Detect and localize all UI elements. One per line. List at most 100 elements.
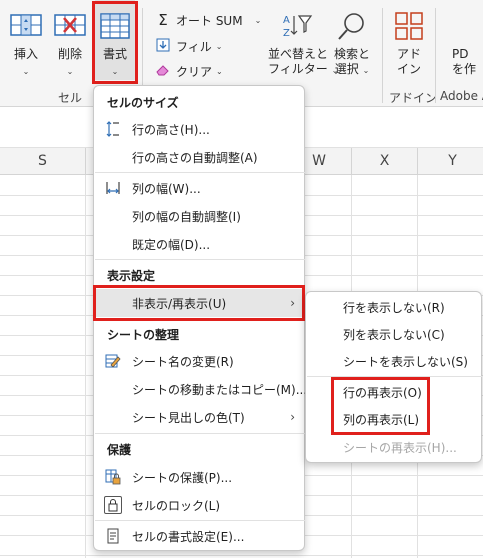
fill-label: フィル: [176, 39, 212, 54]
chevron-down-icon: ⌄: [111, 67, 119, 76]
chevron-right-icon: ›: [290, 410, 295, 424]
column-header-s[interactable]: S: [0, 148, 86, 175]
menu-item-label: シートの移動またはコピー(M)...: [132, 382, 308, 397]
column-header-x[interactable]: X: [352, 148, 418, 175]
menu-item-hide-unhide[interactable]: 非表示/再表示(U) ›: [94, 289, 304, 317]
menu-separator: [95, 172, 305, 173]
sort-filter-label-1: 並べ替えと: [268, 47, 329, 61]
lock-icon: [104, 496, 122, 514]
addins-label-2: イン: [396, 62, 421, 76]
format-cells-icon: [100, 12, 130, 43]
format-cells-dialog-icon: [104, 527, 122, 545]
adobe-pdf-button[interactable]: PD を作: [452, 0, 483, 80]
insert-label: 挿入: [13, 47, 38, 61]
submenu-item-label: 行の再表示(O): [343, 385, 422, 400]
addins-button[interactable]: アド イン: [388, 0, 430, 80]
submenu-item-unhide-sheet[interactable]: シートの再表示(H)...: [306, 434, 481, 460]
menu-item-label: 既定の幅(D)...: [132, 237, 211, 252]
menu-item-autofit-column-width[interactable]: 列の幅の自動調整(I): [94, 203, 304, 229]
format-dropdown-menu: セルのサイズ 行の高さ(H)... 行の高さの自動調整(A) 列の幅(W)...…: [93, 85, 308, 551]
delete-cells-icon: [54, 12, 86, 41]
menu-item-autofit-row-height[interactable]: 行の高さの自動調整(A): [94, 144, 304, 170]
column-width-icon: [104, 179, 122, 197]
sort-filter-icon: A Z: [281, 12, 313, 43]
submenu-item-unhide-columns[interactable]: 列の再表示(L): [306, 406, 481, 432]
submenu-item-hide-rows[interactable]: 行を表示しない(R): [306, 294, 481, 320]
menu-item-label: シート名の変更(R): [132, 354, 234, 369]
addins-label-1: アド: [396, 47, 421, 61]
submenu-item-label: 列の再表示(L): [343, 412, 420, 427]
submenu-item-hide-columns[interactable]: 列を表示しない(C): [306, 321, 481, 347]
chevron-down-icon: ⌄: [22, 67, 30, 76]
group-label-addins: アドイン: [389, 91, 438, 105]
find-select-label-2: 選択 ⌄: [334, 62, 370, 76]
submenu-item-label: シートの再表示(H)...: [343, 440, 457, 455]
find-select-button[interactable]: 検索と 選択 ⌄: [328, 0, 376, 80]
column-header-y[interactable]: Y: [418, 148, 483, 175]
menu-separator: [95, 520, 305, 521]
chevron-down-icon: ⌄: [216, 66, 223, 76]
chevron-down-icon: ⌄: [215, 41, 223, 51]
find-select-label-1: 検索と: [333, 47, 370, 61]
menu-item-lock-cell[interactable]: セルのロック(L): [94, 492, 304, 518]
delete-label: 削除: [57, 47, 82, 61]
chevron-down-icon: ⌄: [66, 67, 74, 76]
menu-separator: [95, 433, 305, 434]
sort-filter-label-2: フィルター ⌄: [268, 62, 339, 76]
fill-down-icon: [155, 38, 171, 55]
menu-item-move-copy-sheet[interactable]: シートの移動またはコピー(M)...: [94, 376, 308, 402]
group-separator: [382, 8, 383, 103]
menu-item-label: 行の高さ(H)...: [132, 122, 210, 137]
submenu-item-label: 列を表示しない(C): [343, 327, 445, 342]
menu-item-label: 行の高さの自動調整(A): [132, 150, 258, 165]
menu-item-label: セルの書式設定(E)...: [132, 529, 245, 544]
submenu-separator: [307, 376, 482, 377]
section-header-organize: シートの整理: [107, 328, 180, 342]
row-height-icon: [104, 120, 122, 138]
menu-item-tab-color[interactable]: シート見出しの色(T) ›: [94, 404, 304, 430]
section-header-protection: 保護: [107, 443, 132, 457]
menu-item-label: セルのロック(L): [132, 498, 221, 513]
clear-label: クリア: [176, 64, 213, 79]
pdf-label-2: を作: [452, 62, 477, 76]
autosum-label: オート SUM: [176, 13, 243, 28]
sort-filter-button[interactable]: A Z 並べ替えと フィルター ⌄: [268, 0, 339, 80]
submenu-item-label: シートを表示しない(S): [343, 354, 468, 369]
menu-item-label: 列の幅の自動調整(I): [132, 209, 241, 224]
format-button[interactable]: 書式 ⌄: [95, 0, 135, 80]
menu-item-column-width[interactable]: 列の幅(W)...: [94, 175, 304, 201]
menu-item-format-cells[interactable]: セルの書式設定(E)...: [94, 523, 304, 549]
eraser-icon: [155, 63, 171, 80]
chevron-down-icon: ⌄: [254, 15, 262, 25]
group-label-cells: セル: [58, 91, 83, 105]
rename-sheet-icon: [104, 352, 122, 370]
svg-text:A: A: [283, 15, 290, 26]
clear-button[interactable]: クリア ⌄: [155, 61, 223, 81]
svg-text:Z: Z: [283, 28, 290, 39]
menu-item-label: 非表示/再表示(U): [132, 296, 227, 311]
menu-item-label: シート見出しの色(T): [132, 410, 245, 425]
hide-unhide-submenu: 行を表示しない(R) 列を表示しない(C) シートを表示しない(S) 行の再表示…: [305, 291, 482, 463]
sigma-icon: Σ: [158, 11, 168, 29]
menu-item-label: 列の幅(W)...: [132, 181, 201, 196]
submenu-item-hide-sheet[interactable]: シートを表示しない(S): [306, 348, 481, 374]
fill-button[interactable]: フィル ⌄: [155, 36, 222, 56]
section-header-visibility: 表示設定: [107, 269, 156, 283]
section-header-cell-size: セルのサイズ: [107, 96, 179, 110]
submenu-item-label: 行を表示しない(R): [343, 300, 445, 315]
chevron-right-icon: ›: [290, 296, 295, 310]
menu-item-default-width[interactable]: 既定の幅(D)...: [94, 231, 304, 257]
menu-item-rename-sheet[interactable]: シート名の変更(R): [94, 348, 304, 374]
menu-item-label: シートの保護(P)...: [132, 470, 233, 485]
insert-button[interactable]: 挿入 ⌄: [6, 0, 46, 80]
format-label: 書式: [102, 47, 127, 61]
menu-item-row-height[interactable]: 行の高さ(H)...: [94, 116, 304, 142]
pdf-label-1: PD: [452, 47, 469, 61]
delete-button[interactable]: 削除 ⌄: [50, 0, 90, 80]
submenu-item-unhide-rows[interactable]: 行の再表示(O): [306, 379, 481, 405]
insert-cells-icon: [10, 12, 42, 41]
group-label-adobe: Adobe A: [440, 89, 483, 103]
menu-item-protect-sheet[interactable]: シートの保護(P)...: [94, 464, 304, 490]
autosum-button[interactable]: Σ オート SUM ⌄: [155, 10, 261, 30]
addins-grid-icon: [395, 12, 423, 43]
